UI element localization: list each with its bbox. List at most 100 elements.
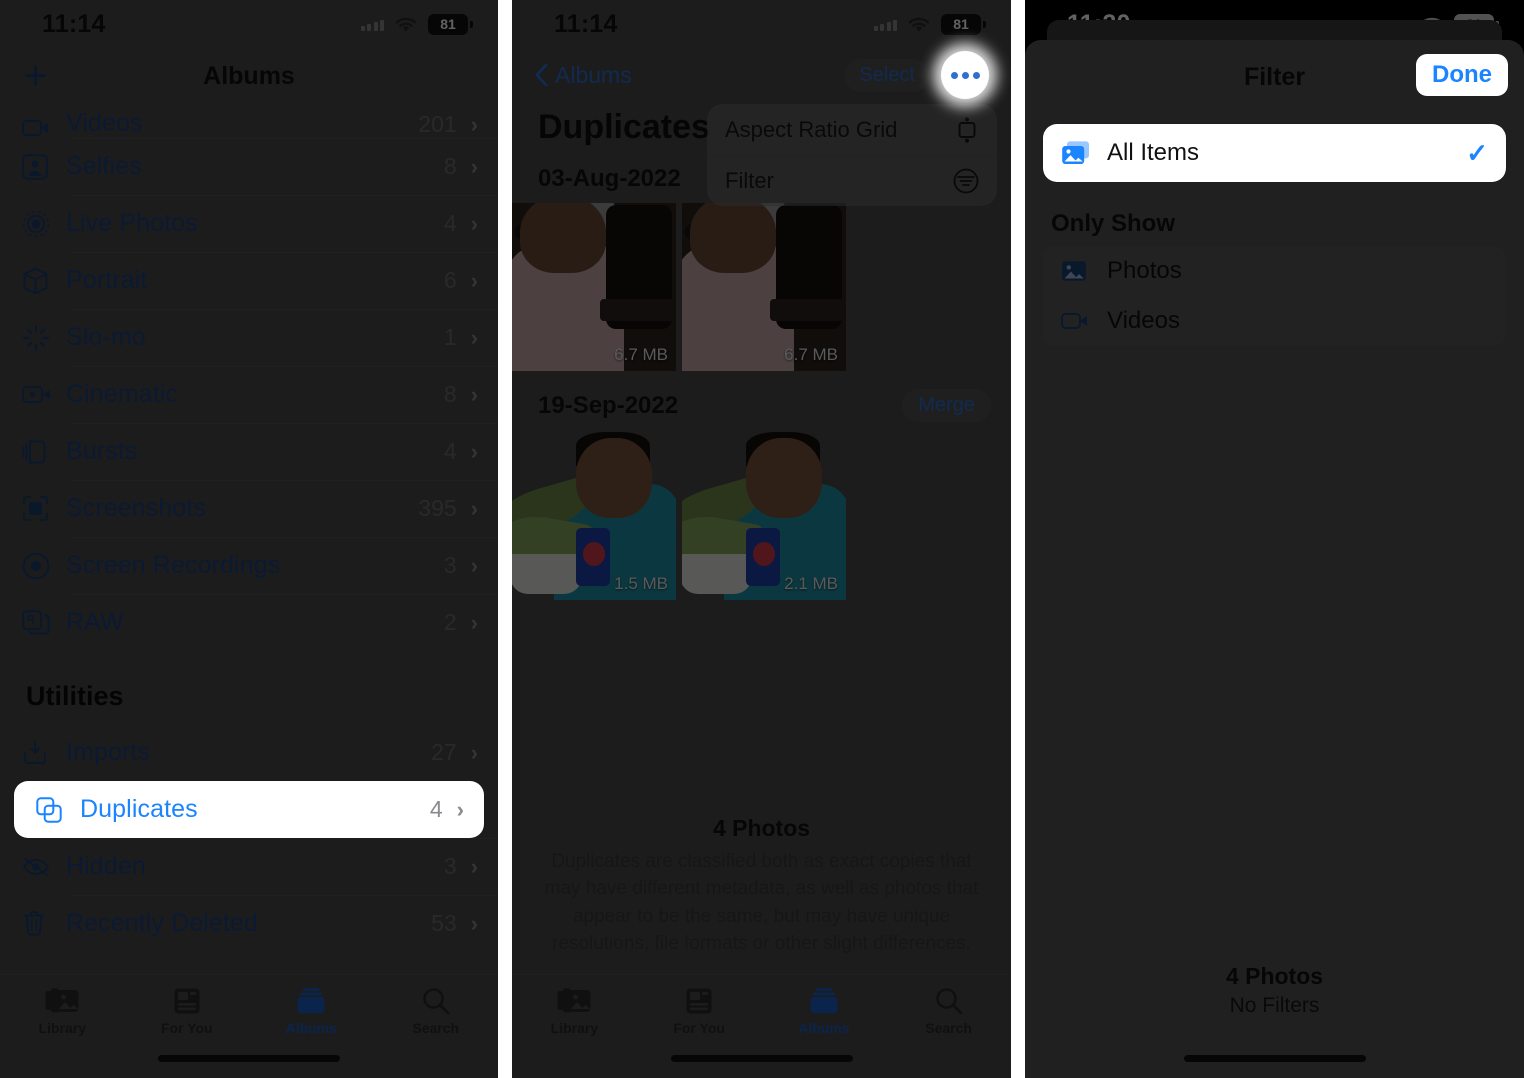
utility-row-imports[interactable]: Imports 27 › xyxy=(0,724,498,781)
home-indicator xyxy=(670,1055,853,1062)
duplicates-description: Duplicates are classified both as exact … xyxy=(544,850,979,955)
utility-row-duplicates[interactable]: Duplicates 4 › xyxy=(14,781,484,838)
album-row-live-photos[interactable]: Live Photos 4 › xyxy=(0,195,498,252)
chevron-right-icon: › xyxy=(470,324,478,350)
album-row-slo-mo[interactable]: Slo-mo 1 › xyxy=(0,309,498,366)
utility-row-recently-deleted[interactable]: Recently Deleted 53 › xyxy=(0,895,498,952)
chevron-right-icon: › xyxy=(470,853,478,879)
tab-label: Library xyxy=(550,1020,599,1036)
tab-library[interactable]: Library xyxy=(512,987,637,1036)
tab-search[interactable]: Search xyxy=(886,987,1011,1036)
chevron-left-icon xyxy=(534,63,548,87)
filter-option-all-items[interactable]: All Items ✓ xyxy=(1043,124,1506,182)
battery-indicator: 81 xyxy=(941,13,986,35)
ellipsis-icon xyxy=(950,71,980,79)
home-indicator xyxy=(1183,1055,1366,1062)
album-row-selfies[interactable]: Selfies 8 › xyxy=(0,138,498,195)
tab-albums[interactable]: Albums xyxy=(762,987,887,1036)
chevron-right-icon: › xyxy=(470,609,478,635)
album-count: 201 xyxy=(418,111,457,137)
context-menu: Aspect Ratio Grid Filter xyxy=(707,104,997,206)
album-row-portrait[interactable]: Portrait 6 › xyxy=(0,252,498,309)
tab-label: For You xyxy=(160,1020,213,1036)
media-types-list: Videos 201 › Selfies 8 › Live Photos 4 ›… xyxy=(0,104,498,651)
cellular-signal-icon xyxy=(873,18,897,31)
battery-indicator: 81 xyxy=(428,13,473,35)
video-icon xyxy=(22,118,66,138)
photo-thumbnail[interactable]: 1.5 MB xyxy=(512,432,676,600)
album-label: Screenshots xyxy=(66,494,207,522)
tab-label: Library xyxy=(38,1020,86,1036)
album-row-videos[interactable]: Videos 201 › xyxy=(0,104,498,138)
photo-count: 4 Photos xyxy=(712,814,811,841)
album-label: Screen Recordings xyxy=(66,551,281,579)
chevron-right-icon: › xyxy=(456,796,464,822)
album-label: Videos xyxy=(66,109,143,137)
status-time: 11:14 xyxy=(554,9,618,38)
import-icon xyxy=(22,740,66,766)
photo-thumbnail[interactable]: 6.7 MB xyxy=(512,203,676,371)
photo-thumbnail[interactable]: 6.7 MB xyxy=(682,203,846,371)
utilities-header: Utilities xyxy=(26,681,124,711)
album-label: RAW xyxy=(66,608,124,636)
tab-library[interactable]: Library xyxy=(0,987,125,1036)
navigation-bar: Albums Select xyxy=(512,48,1011,102)
filter-option-videos[interactable]: Videos xyxy=(1043,296,1506,346)
tab-for-you[interactable]: For You xyxy=(125,987,250,1036)
album-count: 3 xyxy=(443,552,457,578)
tab-bar: Library For You Albums Search xyxy=(0,974,498,1078)
album-count: 6 xyxy=(443,267,457,293)
status-time: 11:14 xyxy=(42,9,106,38)
menu-item-aspect-ratio-grid[interactable]: Aspect Ratio Grid xyxy=(707,104,997,155)
chevron-right-icon: › xyxy=(470,267,478,293)
filter-option-photos[interactable]: Photos xyxy=(1043,246,1506,296)
trash-icon xyxy=(22,910,66,937)
tab-label: Search xyxy=(412,1020,460,1036)
chevron-right-icon: › xyxy=(470,552,478,578)
tab-label: Albums xyxy=(285,1020,337,1036)
photo-thumbnail[interactable]: 2.1 MB xyxy=(682,432,846,600)
album-count: 395 xyxy=(418,495,457,521)
album-count: 4 xyxy=(443,210,457,236)
group-date: 19-Sep-2022 xyxy=(538,391,679,419)
duplicate-group-header: 19-Sep-2022 Merge xyxy=(512,371,1011,432)
back-button-albums[interactable]: Albums xyxy=(534,62,632,89)
tab-albums[interactable]: Albums xyxy=(249,987,374,1036)
more-options-button[interactable] xyxy=(941,51,989,99)
status-indicators: 81 xyxy=(360,13,473,35)
three-panel-screenshot: 11:14 81 + Albums Videos 201 › Selfies 8… xyxy=(0,0,1524,1078)
album-row-screen-recordings[interactable]: Screen Recordings 3 › xyxy=(0,537,498,594)
chevron-right-icon: › xyxy=(470,739,478,765)
tab-search[interactable]: Search xyxy=(374,987,499,1036)
merge-button[interactable]: Merge xyxy=(902,389,991,422)
done-button[interactable]: Done xyxy=(1416,54,1508,96)
group-date: 03-Aug-2022 xyxy=(538,165,681,192)
album-label: Portrait xyxy=(66,266,148,294)
album-label: Cinematic xyxy=(66,380,179,408)
album-row-cinematic[interactable]: Cinematic 8 › xyxy=(0,366,498,423)
chevron-right-icon: › xyxy=(470,112,478,137)
filter-icon xyxy=(953,168,979,194)
photo-size: 6.7 MB xyxy=(784,345,838,364)
checkmark-icon: ✓ xyxy=(1466,137,1488,168)
albums-icon xyxy=(296,987,326,1015)
select-button[interactable]: Select xyxy=(845,58,929,92)
portrait-cube-icon xyxy=(22,267,66,295)
album-row-bursts[interactable]: Bursts 4 › xyxy=(0,423,498,480)
album-row-screenshots[interactable]: Screenshots 395 › xyxy=(0,480,498,537)
back-button-label: Albums xyxy=(555,61,632,88)
tab-for-you[interactable]: For You xyxy=(637,987,762,1036)
only-show-header: Only Show xyxy=(1051,210,1176,237)
filter-option-label: All Items xyxy=(1107,139,1200,166)
cellular-signal-icon xyxy=(360,18,384,31)
panel-filter-sheet: 11:20 81 Filter Done xyxy=(1025,0,1524,1078)
album-row-raw[interactable]: RAW 2 › xyxy=(0,594,498,651)
menu-item-filter[interactable]: Filter xyxy=(707,155,997,206)
for-you-icon xyxy=(685,987,713,1015)
album-count: 8 xyxy=(443,153,457,179)
chevron-right-icon: › xyxy=(470,153,478,179)
tab-label: Search xyxy=(925,1020,972,1036)
filter-status: No Filters xyxy=(1229,994,1320,1017)
utility-row-hidden[interactable]: Hidden 3 › xyxy=(0,838,498,895)
utility-label: Recently Deleted xyxy=(66,909,258,937)
